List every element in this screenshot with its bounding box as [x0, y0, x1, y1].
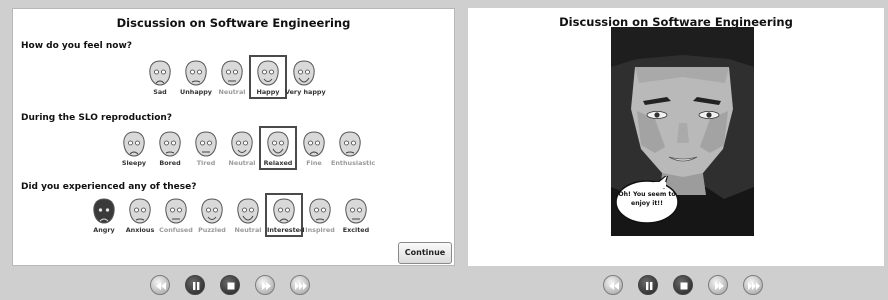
emotion-option-interested[interactable]: Interested	[265, 193, 305, 237]
emotion-label: Tired	[196, 159, 216, 167]
emotion-label: Bored	[159, 159, 181, 167]
very-happy-face-icon	[285, 59, 323, 87]
emotion-option-neutral[interactable]: Neutral	[229, 197, 267, 234]
fast-forward-button[interactable]	[743, 275, 763, 295]
forward-button[interactable]	[708, 275, 728, 295]
speech-bubble-line-1: Oh! You seem to	[618, 191, 676, 198]
emotion-option-relaxed[interactable]: Relaxed	[259, 126, 297, 170]
rewind-button[interactable]	[150, 275, 170, 295]
confused-face-icon	[157, 197, 195, 225]
emotion-label: Sleepy	[121, 159, 147, 167]
forward-icon	[715, 282, 724, 290]
stop-button[interactable]	[673, 275, 693, 295]
rewind-button[interactable]	[603, 275, 623, 295]
emotion-option-very-happy[interactable]: Very happy	[285, 59, 326, 96]
emotion-label: Sad	[153, 88, 167, 96]
emotion-label: Neutral	[218, 88, 246, 96]
emotion-row-2: Sleepy Bored Tired Neutral Relaxed Fine Enthus…	[115, 126, 376, 170]
emotion-option-puzzled[interactable]: Puzzled	[193, 197, 231, 234]
emotion-option-happy[interactable]: Happy	[249, 55, 287, 99]
stop-icon	[227, 282, 235, 290]
fast-forward-icon	[748, 282, 760, 290]
anxious-face-icon	[121, 197, 159, 225]
pause-button[interactable]	[638, 275, 658, 295]
question-3-label: Did you experienced any of these?	[21, 182, 197, 192]
emotion-option-fine[interactable]: Fine	[295, 130, 333, 167]
relaxed-face-icon	[261, 130, 295, 158]
excited-face-icon	[337, 197, 375, 225]
emotion-label: Anxious	[125, 226, 155, 234]
emotion-option-neutral[interactable]: Neutral	[213, 59, 251, 96]
emotion-option-tired[interactable]: Tired	[187, 130, 225, 167]
emotion-option-angry[interactable]: Angry	[85, 197, 123, 234]
emotion-row-1: Sad Unhappy Neutral Happy Very happy	[141, 55, 326, 99]
bored-face-icon	[151, 130, 189, 158]
pause-icon	[193, 282, 200, 290]
rewind-icon	[156, 282, 166, 290]
tired-face-icon	[187, 130, 225, 158]
emotion-label: Neutral	[228, 159, 256, 167]
neutral-face-icon	[223, 130, 261, 158]
emotion-label: Inspired	[305, 226, 335, 234]
question-1-label: How do you feel now?	[21, 41, 132, 51]
questionnaire-title: Discussion on Software Engineering	[116, 16, 351, 30]
happy-face-icon	[251, 59, 285, 87]
unhappy-face-icon	[177, 59, 215, 87]
emotion-label: Enthusiastic	[331, 159, 376, 167]
emotion-label: Confused	[159, 226, 193, 234]
forward-button[interactable]	[255, 275, 275, 295]
emotion-label: Neutral	[234, 226, 262, 234]
questionnaire-panel: Discussion on Software Engineering How d…	[12, 8, 455, 266]
fast-forward-button[interactable]	[290, 275, 310, 295]
emotion-option-enthusiastic[interactable]: Enthusiastic	[331, 130, 376, 167]
emotion-option-unhappy[interactable]: Unhappy	[177, 59, 215, 96]
neutral-face-icon	[229, 197, 267, 225]
emotion-label: Unhappy	[180, 88, 212, 96]
inspired-face-icon	[301, 197, 339, 225]
speech-bubble-line-2: enjoy it!!	[631, 200, 663, 207]
continue-button[interactable]: Continue	[398, 242, 452, 264]
question-2-label: During the SLO reproduction?	[21, 113, 173, 123]
media-controls-right	[603, 275, 775, 295]
emotion-label: Interested	[267, 226, 305, 234]
emotion-option-excited[interactable]: Excited	[337, 197, 375, 234]
puzzled-face-icon	[193, 197, 231, 225]
forward-icon	[262, 282, 271, 290]
stop-icon	[680, 282, 688, 290]
enthusiastic-face-icon	[331, 130, 369, 158]
emotion-label: Fine	[306, 159, 322, 167]
emotion-option-confused[interactable]: Confused	[157, 197, 195, 234]
emotion-row-3: Angry Anxious Confused Puzzled Neutral Intere…	[85, 193, 385, 237]
pause-button[interactable]	[185, 275, 205, 295]
angry-face-icon	[85, 197, 123, 225]
fine-face-icon	[295, 130, 333, 158]
emotion-label: Relaxed	[263, 159, 293, 167]
media-controls-left	[150, 275, 322, 295]
emotion-label: Angry	[93, 226, 115, 234]
emotion-option-neutral[interactable]: Neutral	[223, 130, 261, 167]
fast-forward-icon	[295, 282, 307, 290]
emotion-label: Excited	[342, 226, 370, 234]
avatar-scene: Oh! You seem to enjoy it!!	[611, 27, 754, 236]
avatar-panel: Discussion on Software Engineering Oh! Y…	[468, 8, 884, 266]
pause-icon	[646, 282, 653, 290]
interested-face-icon	[267, 197, 301, 225]
stop-button[interactable]	[220, 275, 240, 295]
neutral-face-icon	[213, 59, 251, 87]
sad-face-icon	[141, 59, 179, 87]
emotion-label: Very happy	[285, 88, 326, 96]
emotion-label: Happy	[256, 88, 280, 96]
emotion-option-bored[interactable]: Bored	[151, 130, 189, 167]
emotion-option-inspired[interactable]: Inspired	[301, 197, 339, 234]
emotion-label: Puzzled	[198, 226, 226, 234]
speech-bubble: Oh! You seem to enjoy it!!	[614, 176, 680, 226]
sleepy-face-icon	[115, 130, 153, 158]
emotion-option-sad[interactable]: Sad	[141, 59, 179, 96]
emotion-option-sleepy[interactable]: Sleepy	[115, 130, 153, 167]
rewind-icon	[609, 282, 619, 290]
emotion-option-anxious[interactable]: Anxious	[121, 197, 159, 234]
